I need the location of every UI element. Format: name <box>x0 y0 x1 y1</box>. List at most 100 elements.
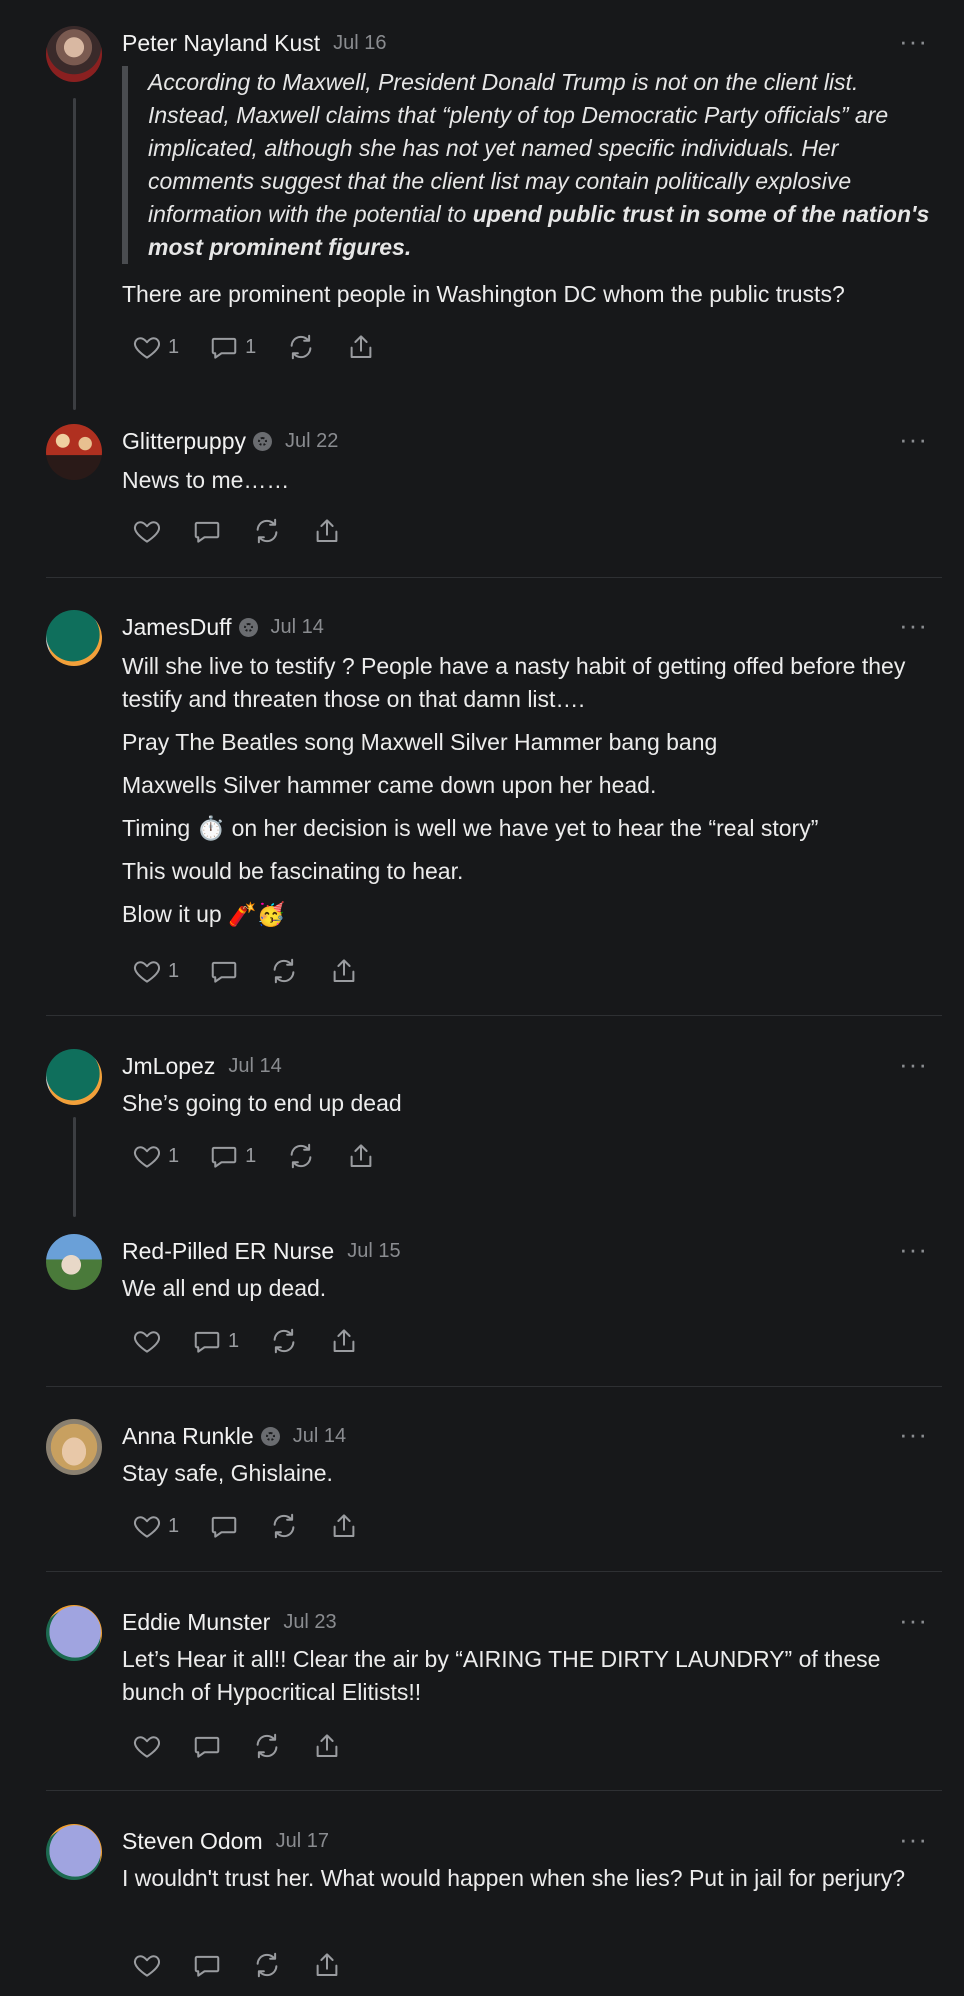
like-button[interactable]: 1 <box>132 1141 179 1171</box>
comment-date[interactable]: Jul 22 <box>285 430 338 453</box>
avatar[interactable] <box>46 1234 102 1290</box>
comment-date[interactable]: Jul 14 <box>293 1425 346 1448</box>
share-button[interactable] <box>329 1511 359 1541</box>
author-name[interactable]: Red-Pilled ER Nurse <box>122 1238 334 1265</box>
verified-badge-icon <box>260 1427 280 1446</box>
thread-line <box>73 98 76 410</box>
author-name[interactable]: Anna Runkle <box>122 1423 254 1450</box>
comment-date[interactable]: Jul 14 <box>271 616 324 639</box>
more-icon[interactable]: ··· <box>899 1049 928 1080</box>
avatar[interactable] <box>46 26 102 82</box>
comment-text: We all end up dead. <box>122 1275 327 1301</box>
comment-date[interactable]: Jul 16 <box>333 32 386 55</box>
restack-button[interactable] <box>286 332 316 362</box>
comment-paragraph: Will she live to testify ? People have a… <box>122 653 906 712</box>
restack-button[interactable] <box>252 1731 282 1761</box>
share-button[interactable] <box>329 956 359 986</box>
comment-date[interactable]: Jul 23 <box>283 1611 336 1634</box>
avatar[interactable] <box>46 1824 102 1880</box>
like-count: 1 <box>168 1144 180 1167</box>
comment-paragraph: Maxwells Silver hammer came down upon he… <box>122 772 657 798</box>
heart-icon <box>132 1511 162 1541</box>
more-icon[interactable]: ··· <box>899 1234 928 1265</box>
reply-button[interactable]: 1 <box>209 332 256 362</box>
share-button[interactable] <box>312 516 342 546</box>
comment-text: There are prominent people in Washington… <box>122 281 845 307</box>
comment-date[interactable]: Jul 17 <box>276 1830 329 1853</box>
share-button[interactable] <box>346 1141 376 1171</box>
divider <box>46 1790 942 1791</box>
more-icon[interactable]: ··· <box>899 26 928 57</box>
comment-text: Let’s Hear it all!! Clear the air by “AI… <box>122 1646 881 1705</box>
more-icon[interactable]: ··· <box>899 424 928 455</box>
more-icon[interactable]: ··· <box>899 610 928 641</box>
action-bar: 1 1 <box>132 332 406 362</box>
avatar[interactable] <box>46 1049 102 1105</box>
reply-button[interactable]: 1 <box>209 1141 256 1171</box>
restack-icon <box>252 1731 282 1761</box>
action-bar <box>132 516 372 546</box>
restack-icon <box>269 1511 299 1541</box>
reply-button[interactable] <box>209 956 239 986</box>
action-bar: 1 1 <box>132 1141 406 1171</box>
reply-count: 1 <box>245 335 257 358</box>
blockquote: According to Maxwell, President Donald T… <box>122 66 932 264</box>
avatar[interactable] <box>46 1419 102 1475</box>
share-button[interactable] <box>346 332 376 362</box>
comment-date[interactable]: Jul 14 <box>228 1055 281 1078</box>
author-name[interactable]: Eddie Munster <box>122 1609 270 1636</box>
divider <box>46 577 942 578</box>
restack-button[interactable] <box>252 516 282 546</box>
share-icon <box>329 1511 359 1541</box>
reply-button[interactable]: 1 <box>192 1326 239 1356</box>
action-bar: 1 <box>132 1326 389 1356</box>
like-button[interactable] <box>132 1950 162 1980</box>
share-button[interactable] <box>312 1950 342 1980</box>
avatar[interactable] <box>46 1605 102 1661</box>
author-name[interactable]: Peter Nayland Kust <box>122 30 320 57</box>
comment-icon <box>192 1731 222 1761</box>
comment-body: We all end up dead. <box>122 1272 932 1315</box>
reply-button[interactable] <box>209 1511 239 1541</box>
share-button[interactable] <box>329 1326 359 1356</box>
more-icon[interactable]: ··· <box>899 1824 928 1855</box>
heart-icon <box>132 1141 162 1171</box>
more-icon[interactable]: ··· <box>899 1419 928 1450</box>
like-button[interactable] <box>132 1731 162 1761</box>
avatar[interactable] <box>46 610 102 666</box>
more-icon[interactable]: ··· <box>899 1605 928 1636</box>
share-button[interactable] <box>312 1731 342 1761</box>
like-button[interactable] <box>132 516 162 546</box>
author-name[interactable]: JmLopez <box>122 1053 215 1080</box>
heart-icon <box>132 332 162 362</box>
like-button[interactable]: 1 <box>132 956 179 986</box>
restack-button[interactable] <box>269 1511 299 1541</box>
like-count: 1 <box>168 959 180 982</box>
comment-icon <box>209 1511 239 1541</box>
comment-paragraph: This would be fascinating to hear. <box>122 858 464 884</box>
restack-button[interactable] <box>269 1326 299 1356</box>
action-bar: 1 <box>132 956 389 986</box>
avatar[interactable] <box>46 424 102 480</box>
reply-button[interactable] <box>192 516 222 546</box>
like-button[interactable] <box>132 1326 162 1356</box>
restack-button[interactable] <box>286 1141 316 1171</box>
share-icon <box>346 332 376 362</box>
author-name[interactable]: Glitterpuppy <box>122 428 246 455</box>
author-name[interactable]: Steven Odom <box>122 1828 263 1855</box>
author-name[interactable]: JamesDuff <box>122 614 232 641</box>
reply-button[interactable] <box>192 1950 222 1980</box>
divider <box>46 1571 942 1572</box>
like-button[interactable]: 1 <box>132 332 179 362</box>
comment-icon <box>209 956 239 986</box>
action-bar <box>132 1950 372 1980</box>
restack-button[interactable] <box>252 1950 282 1980</box>
reply-button[interactable] <box>192 1731 222 1761</box>
restack-icon <box>269 1326 299 1356</box>
comment-icon <box>209 332 239 362</box>
share-icon <box>346 1141 376 1171</box>
like-button[interactable]: 1 <box>132 1511 179 1541</box>
restack-button[interactable] <box>269 956 299 986</box>
comment-date[interactable]: Jul 15 <box>347 1240 400 1263</box>
restack-icon <box>252 1950 282 1980</box>
